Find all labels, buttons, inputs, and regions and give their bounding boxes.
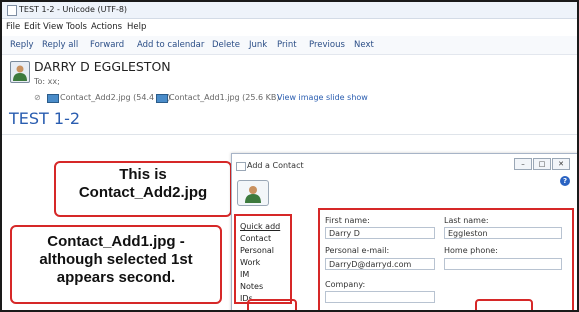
window-icon: [236, 162, 246, 171]
window-icon: [7, 5, 17, 16]
contact-nav: Quick add Contact Personal Work IM Notes…: [234, 214, 292, 304]
company-input[interactable]: [325, 291, 435, 303]
previous-button[interactable]: Previous: [309, 40, 345, 50]
sender-name[interactable]: DARRY D EGGLESTON: [34, 59, 171, 74]
delete-button[interactable]: Delete: [212, 40, 240, 50]
email-label: Personal e-mail:: [325, 246, 390, 255]
nav-quick-add[interactable]: Quick add: [240, 221, 290, 233]
maximize-button[interactable]: □: [533, 158, 551, 170]
close-button[interactable]: ✕: [552, 158, 570, 170]
callout-contact-add1: Contact_Add1.jpg - although selected 1st…: [10, 225, 222, 304]
message-subject: TEST 1-2: [9, 109, 81, 128]
add-contact-dialog: Add a Contact – □ ✕ ? Quick add Contact …: [231, 153, 577, 310]
menu-view[interactable]: View: [43, 22, 63, 32]
print-button[interactable]: Print: [277, 40, 297, 50]
next-button[interactable]: Next: [354, 40, 374, 50]
callout-line: This is: [119, 166, 167, 183]
callout-contact-add2: This is Contact_Add2.jpg: [54, 161, 232, 217]
menu-bar: File Edit View Tools Actions Help: [2, 19, 577, 35]
callout-line: Contact_Add1.jpg -: [47, 233, 185, 250]
help-icon[interactable]: ?: [560, 176, 570, 186]
forward-button[interactable]: Forward: [90, 40, 124, 50]
reply-button[interactable]: Reply: [10, 40, 34, 50]
junk-button[interactable]: Junk: [249, 40, 267, 50]
add-to-calendar-button[interactable]: Add to calendar: [137, 40, 204, 50]
home-phone-input[interactable]: [444, 258, 562, 270]
menu-file[interactable]: File: [6, 22, 20, 32]
nav-notes[interactable]: Notes: [240, 281, 290, 293]
window-controls: – □ ✕: [514, 158, 572, 170]
nav-contact[interactable]: Contact: [240, 233, 290, 245]
dialog-title: Add a Contact: [247, 161, 304, 170]
mail-window: TEST 1-2 - Unicode (UTF-8) File Edit Vie…: [0, 0, 579, 312]
image-file-icon: [47, 94, 59, 103]
contact-photo-icon[interactable]: [237, 180, 269, 206]
highlight-box: [475, 299, 533, 310]
toolbar: Reply Reply all Forward Add to calendar …: [2, 36, 577, 55]
callout-line: although selected 1st: [39, 251, 193, 268]
menu-edit[interactable]: Edit: [24, 22, 40, 32]
window-title: TEST 1-2 - Unicode (UTF-8): [19, 5, 128, 14]
person-avatar-icon: [10, 61, 30, 83]
company-label: Company:: [325, 280, 366, 289]
menu-actions[interactable]: Actions: [91, 22, 122, 32]
first-name-label: First name:: [325, 216, 370, 225]
attachments-row: ⊘ Contact_Add2.jpg (54.4 KB) Contact_Add…: [34, 93, 454, 105]
last-name-input[interactable]: Eggleston: [444, 227, 562, 239]
home-phone-label: Home phone:: [444, 246, 498, 255]
nav-work[interactable]: Work: [240, 257, 290, 269]
divider: [2, 134, 577, 135]
image-file-icon: [156, 94, 168, 103]
callout-line: Contact_Add2.jpg: [78, 184, 208, 201]
menu-help[interactable]: Help: [127, 22, 146, 32]
recipients: To: xx;: [34, 77, 60, 86]
reply-all-button[interactable]: Reply all: [42, 40, 78, 50]
email-input[interactable]: DarryD@darryd.com: [325, 258, 435, 270]
paperclip-icon: ⊘: [34, 93, 41, 102]
title-bar: TEST 1-2 - Unicode (UTF-8): [2, 2, 577, 19]
nav-personal[interactable]: Personal: [240, 245, 290, 257]
slideshow-link[interactable]: View image slide show: [277, 93, 368, 102]
highlight-box: [247, 299, 297, 310]
minimize-button[interactable]: –: [514, 158, 532, 170]
quick-add-form: First name: Darry D Last name: Eggleston…: [318, 208, 574, 310]
last-name-label: Last name:: [444, 216, 489, 225]
nav-im[interactable]: IM: [240, 269, 290, 281]
attachment-contact-add1[interactable]: Contact_Add1.jpg (25.6 KB): [169, 93, 280, 102]
first-name-input[interactable]: Darry D: [325, 227, 435, 239]
menu-tools[interactable]: Tools: [66, 22, 87, 32]
callout-line: appears second.: [56, 269, 176, 286]
attachment-contact-add2[interactable]: Contact_Add2.jpg (54.4 KB): [60, 93, 171, 102]
